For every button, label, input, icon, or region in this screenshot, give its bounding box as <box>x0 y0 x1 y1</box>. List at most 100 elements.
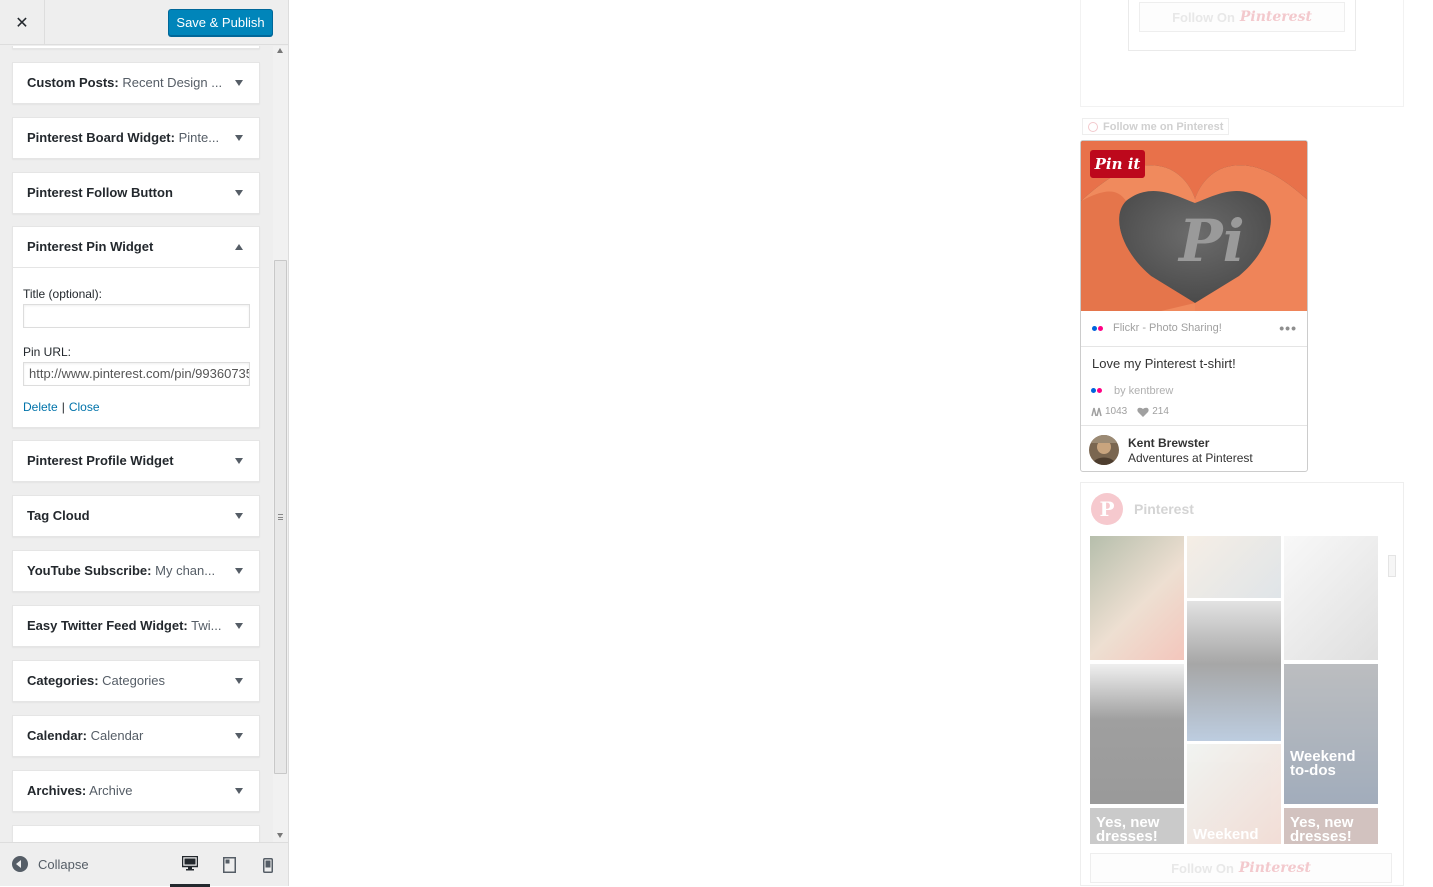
grip-icon <box>278 514 283 520</box>
collapse-widget-toggle[interactable] <box>219 227 259 267</box>
more-options-icon[interactable]: ••• <box>1279 320 1297 336</box>
widget-name: Archives <box>27 783 82 798</box>
widget-name: Calendar <box>27 728 83 743</box>
widget-actions: Delete | Close <box>23 400 100 414</box>
pinterest-wordmark: Pinterest <box>1238 860 1311 876</box>
widget-categories[interactable]: Categories: Categories <box>12 660 260 702</box>
pin-user-name[interactable]: Kent Brewster <box>1128 436 1209 450</box>
avatar <box>1089 435 1119 465</box>
like-count: 214 <box>1137 406 1169 417</box>
sidebar-scrollbar[interactable] <box>273 46 288 842</box>
arrow-down-icon <box>235 190 243 196</box>
widget-header[interactable]: Pinterest Pin Widget <box>13 227 259 268</box>
delete-link[interactable]: Delete <box>23 400 58 414</box>
expand-widget-toggle[interactable] <box>219 661 259 701</box>
widget-title-colon: : <box>183 618 188 633</box>
pin-thumbnail[interactable] <box>1187 536 1281 598</box>
expand-widget-toggle[interactable] <box>219 716 259 756</box>
expand-widget-toggle[interactable] <box>219 63 259 103</box>
scrollbar-thumb[interactable] <box>274 260 287 774</box>
widget-pinterest-board[interactable]: Pinterest Board Widget: Pinte... <box>12 117 260 159</box>
profile-pin-grid: Yes, new dresses! Weekend Weekend to-dos… <box>1090 536 1378 844</box>
pin-thumbnail[interactable] <box>1284 536 1378 660</box>
arrow-down-icon <box>235 678 243 684</box>
follow-me-button[interactable]: Follow me on Pinterest <box>1082 118 1230 135</box>
preview-desktop-button[interactable] <box>170 843 210 887</box>
widget-custom-posts[interactable]: Custom Posts: Recent Design ... <box>12 62 260 104</box>
widget-name: Easy Twitter Feed Widget <box>27 618 184 633</box>
save-publish-button[interactable]: Save & Publish <box>168 9 273 36</box>
pin-thumbnail[interactable] <box>1090 536 1184 660</box>
expand-widget-toggle[interactable] <box>219 441 259 481</box>
widget-easy-twitter-feed[interactable]: Easy Twitter Feed Widget: Twi... <box>12 605 260 647</box>
pinterest-wordmark: Pinterest <box>1239 9 1312 25</box>
pin-board-name[interactable]: Adventures at Pinterest <box>1128 451 1253 465</box>
follow-on-pinterest-button[interactable]: Follow On Pinterest <box>1139 2 1345 32</box>
grid-scrollbar-thumb[interactable] <box>1388 555 1396 577</box>
widget-pinterest-profile[interactable]: Pinterest Profile Widget <box>12 440 260 482</box>
widget-pinterest-follow[interactable]: Pinterest Follow Button <box>12 172 260 214</box>
widget-calendar[interactable]: Calendar: Calendar <box>12 715 260 757</box>
collapse-button[interactable]: Collapse <box>12 856 89 872</box>
close-link[interactable]: Close <box>69 400 100 414</box>
pin-card[interactable]: Pi Pin it Flickr - Photo Sharing! ••• Lo… <box>1080 140 1308 472</box>
arrow-down-icon <box>235 623 243 629</box>
pin-overlay-text: Weekend to-dos <box>1290 748 1356 779</box>
follow-me-label: Follow me on Pinterest <box>1103 120 1224 133</box>
widget-subtitle: Twi... <box>191 618 222 633</box>
widget-subtitle: Archive <box>89 783 133 798</box>
widget-subtitle: Categories <box>102 673 166 688</box>
pin-thumbnail[interactable]: Weekend to-dos <box>1284 664 1378 804</box>
arrow-down-icon <box>235 458 243 464</box>
widget-name: Tag Cloud <box>27 508 90 523</box>
widget-name: Pinterest Pin Widget <box>27 239 154 254</box>
close-customizer-button[interactable]: ✕ <box>0 0 45 45</box>
pin-thumbnail[interactable]: Yes, new dresses! <box>1284 808 1378 844</box>
widget-name: Pinterest Profile Widget <box>27 453 174 468</box>
pin-thumbnail[interactable]: Yes, new dresses! <box>1090 808 1184 844</box>
pin-it-button[interactable]: Pin it <box>1090 150 1145 178</box>
follow-text: Follow On <box>1172 9 1235 25</box>
pinterest-logo-icon <box>1088 121 1098 132</box>
profile-name[interactable]: Pinterest <box>1134 501 1194 517</box>
widget-pinterest-pin-expanded: Pinterest Pin Widget Title (optional): P… <box>12 226 260 428</box>
pin-thumbnail[interactable] <box>1090 664 1184 804</box>
flickr-icon <box>1091 388 1103 393</box>
preview-tablet-button[interactable] <box>209 843 249 887</box>
expand-widget-toggle[interactable] <box>219 496 259 536</box>
expand-widget-toggle[interactable] <box>219 551 259 591</box>
expand-widget-toggle[interactable] <box>219 771 259 811</box>
pin-source-bar[interactable]: Flickr - Photo Sharing! ••• <box>1081 311 1307 347</box>
arrow-down-icon <box>235 788 243 794</box>
widget-youtube-subscribe[interactable]: YouTube Subscribe: My chan... <box>12 550 260 592</box>
widget-subtitle: Pinte... <box>178 130 220 145</box>
follow-inner-box: Follow On Pinterest <box>1128 0 1356 51</box>
widget-tag-cloud[interactable]: Tag Cloud <box>12 495 260 537</box>
arrow-down-icon <box>235 568 243 574</box>
widget-title-colon: : <box>147 563 152 578</box>
preview-mobile-button[interactable] <box>248 843 288 887</box>
pinterest-logo-icon[interactable] <box>1091 493 1123 525</box>
pin-overlay-text: Yes, new dresses! <box>1096 814 1160 844</box>
pin-url-input[interactable]: http://www.pinterest.com/pin/99360735500… <box>23 362 250 386</box>
pin-stats: 1043 214 <box>1091 406 1179 417</box>
widget-title-colon: : <box>170 130 175 145</box>
expand-widget-toggle[interactable] <box>219 118 259 158</box>
widget-archives[interactable]: Archives: Archive <box>12 770 260 812</box>
expand-widget-toggle[interactable] <box>219 606 259 646</box>
link-separator: | <box>61 400 65 414</box>
pin-thumbnail[interactable] <box>1187 601 1281 741</box>
widget-subtitle: My chan... <box>155 563 216 578</box>
follow-text: Follow On <box>1171 860 1234 876</box>
grid-scrollbar[interactable] <box>1384 536 1398 841</box>
expand-widget-toggle[interactable] <box>219 173 259 213</box>
widget-title-colon: : <box>94 673 99 688</box>
pin-thumbnail[interactable]: Weekend <box>1187 744 1281 844</box>
widget-subtitle: Recent Design ... <box>122 75 223 90</box>
arrow-down-icon <box>235 80 243 86</box>
pin-board-footer[interactable]: Kent Brewster Adventures at Pinterest <box>1081 425 1307 471</box>
follow-on-pinterest-button-bottom[interactable]: Follow On Pinterest <box>1090 853 1392 883</box>
scroll-down-arrow-icon[interactable] <box>277 833 283 838</box>
scroll-up-arrow-icon[interactable] <box>277 48 283 53</box>
title-input[interactable] <box>23 304 250 328</box>
